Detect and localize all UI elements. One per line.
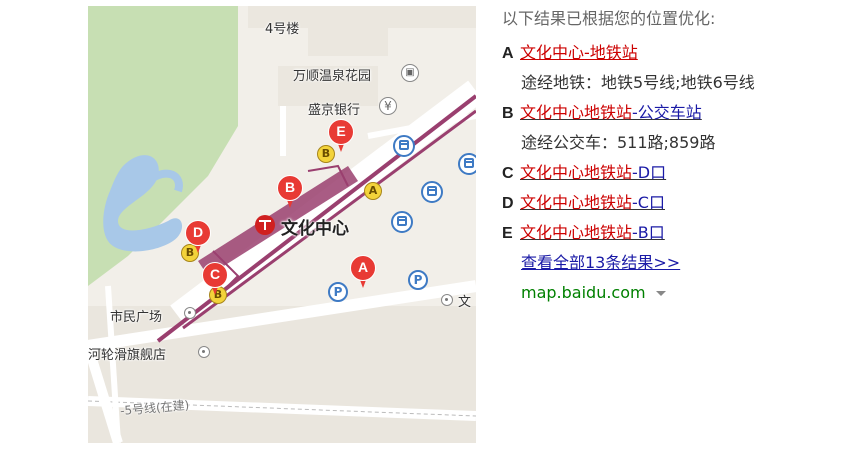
poi-dot-icon [198, 346, 210, 358]
label-plaza: 市民广场 [110, 310, 163, 325]
bus-icon[interactable] [421, 181, 443, 203]
source-url[interactable]: map.baidu.com [521, 283, 646, 302]
result-d-link[interactable]: 文化中心地铁站-C口 [520, 193, 665, 212]
dropdown-caret-icon[interactable] [655, 291, 666, 296]
result-d: D 文化中心地铁站-C口 [502, 188, 832, 218]
pin-c-label: C [202, 262, 228, 288]
pin-b-label: B [277, 175, 303, 201]
label-edge: 文 [458, 295, 472, 310]
pin-d-label: D [185, 220, 211, 246]
result-letter: C [502, 165, 514, 182]
label-flagship: 河轮滑旗舰店 [88, 348, 167, 363]
pin-a-label: A [350, 255, 376, 281]
result-e-link[interactable]: 文化中心地铁站-B口 [520, 223, 665, 242]
label-station[interactable]: 文化中心 [281, 214, 349, 239]
parking-icon[interactable]: P [408, 270, 428, 290]
bus-icon[interactable] [391, 211, 413, 233]
bank-icon: ¥ [379, 97, 397, 115]
result-letter: D [502, 195, 514, 212]
bus-icon[interactable] [458, 153, 476, 175]
exit-a-icon[interactable]: A [364, 182, 382, 200]
label-hotspring: 万顺温泉花园 [293, 69, 372, 84]
result-letter: A [502, 45, 514, 62]
label-building4: 4号楼 [265, 22, 300, 37]
parking-icon[interactable]: P [328, 282, 348, 302]
result-a-detail: 途经地铁：地铁5号线;地铁6号线 [521, 73, 755, 92]
result-b: B 文化中心地铁站-公交车站 [502, 98, 832, 128]
result-b-detail: 途经公交车：511路;859路 [521, 133, 716, 152]
pin-a[interactable]: A [350, 255, 376, 289]
pin-b[interactable]: B [277, 175, 303, 209]
bus-icon[interactable] [393, 135, 415, 157]
result-letter: B [502, 105, 514, 122]
result-a-link[interactable]: 文化中心-地铁站 [520, 43, 638, 62]
pin-c[interactable]: C [202, 262, 228, 296]
result-e: E 文化中心地铁站-B口 [502, 218, 832, 248]
result-letter: E [502, 225, 513, 242]
results-panel: 以下结果已根据您的位置优化: A 文化中心-地铁站 途经地铁：地铁5号线;地铁6号… [502, 8, 832, 308]
pin-e-label: E [328, 119, 354, 145]
results-header: 以下结果已根据您的位置优化: [502, 9, 716, 28]
pin-d[interactable]: D [185, 220, 211, 254]
result-c: C 文化中心地铁站-D口 [502, 158, 832, 188]
view-all-row: 查看全部13条结果>> [502, 248, 832, 278]
label-bank: 盛京银行 [308, 103, 361, 118]
map-view[interactable]: 4号楼 万顺温泉花园 ▣ 盛京银行 ¥ 文化中心 市民广场 河轮滑旗舰店 -5号… [88, 6, 476, 443]
source-row: map.baidu.com [502, 278, 832, 308]
poi-hotspring-icon: ▣ [401, 64, 419, 82]
result-c-link[interactable]: 文化中心地铁站-D口 [520, 163, 666, 182]
view-all-link[interactable]: 查看全部13条结果>> [521, 253, 680, 272]
result-a: A 文化中心-地铁站 [502, 38, 832, 68]
metro-icon [255, 215, 275, 235]
pin-e[interactable]: E [328, 119, 354, 153]
result-b-link[interactable]: 文化中心地铁站-公交车站 [520, 103, 702, 122]
poi-dot-icon [184, 307, 196, 319]
poi-dot-icon [441, 294, 453, 306]
